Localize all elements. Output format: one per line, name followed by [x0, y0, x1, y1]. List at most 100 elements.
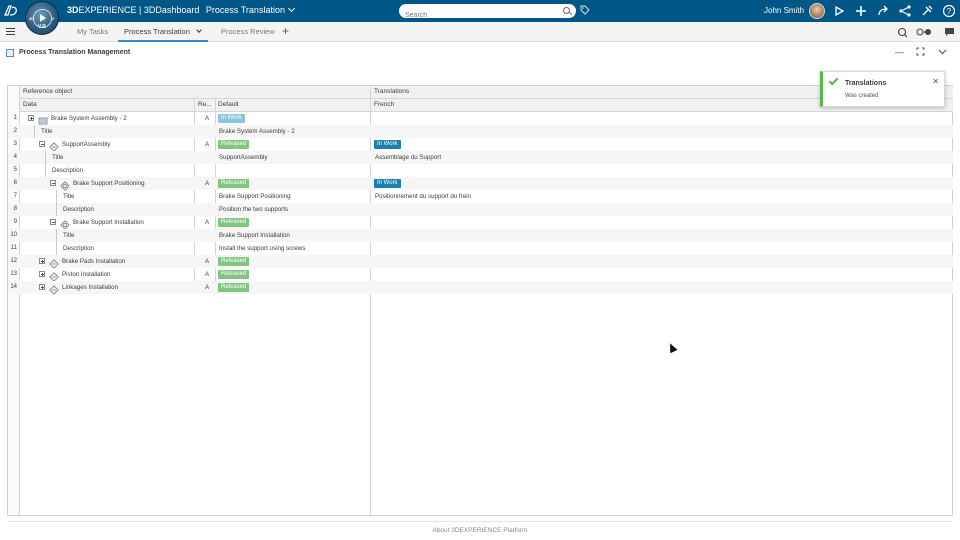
- column-header-revision[interactable]: Re...: [198, 101, 212, 108]
- chevron-down-icon[interactable]: [196, 27, 202, 33]
- menu-icon[interactable]: [6, 28, 15, 35]
- collapse-icon[interactable]: [50, 180, 56, 186]
- glasses-icon[interactable]: [916, 27, 932, 39]
- attribute-label: Description: [63, 206, 94, 213]
- table-row[interactable]: 9 Brake Support Installation A Released: [8, 216, 953, 230]
- tabs-bar: My Tasks Process Translation Process Rev…: [0, 22, 960, 42]
- collapse-icon[interactable]: [50, 219, 56, 225]
- compass-icon[interactable]: 3D V V.R: [25, 1, 59, 35]
- default-value-cell[interactable]: Install the support using screws: [219, 245, 305, 252]
- footer-link[interactable]: About 3DEXPERIENCE Platform: [0, 520, 960, 540]
- expand-icon[interactable]: [28, 115, 34, 121]
- default-value-cell[interactable]: Brake Support Installation: [219, 232, 290, 239]
- expand-icon[interactable]: [39, 271, 45, 277]
- search-input[interactable]: [399, 8, 549, 23]
- share-icon[interactable]: [876, 4, 890, 18]
- tree-line: [56, 242, 57, 255]
- column-header-french[interactable]: French: [374, 101, 394, 108]
- default-value-cell[interactable]: Position the two supports: [219, 206, 288, 213]
- brand-name: EXPERIENCE | 3DDashboard: [78, 5, 200, 15]
- object-name[interactable]: Brake Pads Installation: [62, 258, 125, 265]
- translation-status-badge[interactable]: In Work: [374, 140, 401, 149]
- tree-line: [56, 229, 57, 242]
- compass-version-label: V.R: [38, 24, 46, 30]
- object-name[interactable]: Brake Support Positioning: [73, 180, 145, 187]
- tag-icon[interactable]: [580, 5, 590, 15]
- expand-icon[interactable]: [39, 284, 45, 290]
- column-header-data[interactable]: Data: [23, 101, 37, 108]
- table-row[interactable]: 14 Linkages Installation A Released: [8, 281, 953, 295]
- add-tab-icon[interactable]: +: [282, 25, 289, 37]
- object-name[interactable]: Brake System Assembly - 2: [51, 115, 127, 122]
- svg-text:?: ?: [947, 7, 952, 16]
- table-row[interactable]: 11 Description Install the support using s…: [8, 242, 953, 255]
- ds-logo-icon[interactable]: [3, 3, 19, 19]
- row-number: 10: [10, 232, 17, 238]
- group-header-translations: Translations: [374, 88, 410, 95]
- french-value-cell[interactable]: Assemblage du Support: [375, 154, 441, 161]
- status-badge[interactable]: Released: [218, 257, 250, 266]
- search-people-icon[interactable]: [897, 27, 908, 40]
- chat-icon[interactable]: [944, 27, 955, 39]
- french-value-cell[interactable]: Positionnement du support du frein: [375, 193, 471, 200]
- translation-status-badge[interactable]: In Work: [374, 179, 401, 188]
- assembly-icon: [38, 113, 48, 125]
- tab-process-review[interactable]: Process Review: [221, 27, 275, 36]
- default-value-cell[interactable]: Brake Support Positioning: [219, 193, 291, 200]
- table-row[interactable]: 3 SupportAssembly A Released In Work: [8, 138, 953, 152]
- table-row[interactable]: 7 Title Brake Support Positioning Positionn…: [8, 190, 953, 203]
- search-box: [399, 4, 576, 23]
- table-row[interactable]: 13 Piston Installation A Released: [8, 268, 953, 282]
- collapse-icon[interactable]: [39, 141, 45, 147]
- status-badge[interactable]: Released: [218, 179, 250, 188]
- network-icon[interactable]: [898, 4, 912, 18]
- close-icon[interactable]: ✕: [932, 78, 939, 86]
- row-number: 4: [13, 154, 17, 160]
- user-name[interactable]: John Smith: [764, 6, 804, 15]
- top-bar: 3D V V.R 3DEXPERIENCE | 3DDashboard Proc…: [0, 0, 960, 35]
- object-name[interactable]: SupportAssembly: [62, 141, 111, 148]
- table-row[interactable]: 10 Title Brake Support Installation: [8, 229, 953, 242]
- table-row[interactable]: 4 Title SupportAssembly Assemblage du Suppo…: [8, 151, 953, 164]
- tab-my-tasks[interactable]: My Tasks: [77, 27, 108, 36]
- group-header-reference: Reference object: [23, 88, 73, 95]
- table-row[interactable]: 12 Brake Pads Installation A Released: [8, 255, 953, 269]
- play-icon[interactable]: [832, 4, 846, 18]
- tools-icon[interactable]: [920, 4, 934, 18]
- table-row[interactable]: 8 Description Position the two supports: [8, 203, 953, 216]
- widget-panel: Process Translation Management — Referen…: [0, 43, 960, 520]
- status-badge[interactable]: Released: [218, 140, 250, 149]
- search-icon[interactable]: [563, 7, 570, 14]
- process-icon: [49, 269, 59, 282]
- table-row[interactable]: 6 Brake Support Positioning A Released In Wo…: [8, 177, 953, 191]
- attribute-label: Description: [52, 167, 83, 174]
- help-icon[interactable]: ?: [942, 4, 956, 18]
- add-icon[interactable]: [854, 4, 868, 18]
- table-row[interactable]: 2 Title Brake System Assembly - 2: [8, 125, 953, 138]
- chevron-down-icon[interactable]: [938, 47, 947, 58]
- operation-icon: [60, 217, 70, 230]
- expand-icon[interactable]: [39, 258, 45, 264]
- toast-title: Translations: [845, 80, 887, 87]
- status-badge[interactable]: Released: [218, 283, 250, 292]
- status-badge[interactable]: In Work: [218, 114, 245, 123]
- revision-cell: A: [205, 115, 210, 122]
- minimize-icon[interactable]: —: [895, 47, 904, 57]
- maximize-icon[interactable]: [916, 47, 925, 58]
- default-value-cell[interactable]: SupportAssembly: [219, 154, 268, 161]
- object-name[interactable]: Linkages Installation: [62, 284, 118, 291]
- status-badge[interactable]: Released: [218, 218, 250, 227]
- object-name[interactable]: Brake Support Installation: [73, 219, 144, 226]
- default-value-cell[interactable]: Brake System Assembly - 2: [219, 128, 295, 135]
- table-row[interactable]: 5 Description: [8, 164, 953, 177]
- row-number: 5: [13, 167, 17, 173]
- row-number: 11: [10, 245, 17, 251]
- object-name[interactable]: Piston Installation: [62, 271, 111, 278]
- tab-process-translation[interactable]: Process Translation: [124, 27, 202, 36]
- avatar[interactable]: [809, 3, 825, 19]
- dashboard-selector[interactable]: 3DEXPERIENCE | 3DDashboard Process Trans…: [67, 4, 296, 15]
- status-badge[interactable]: Released: [218, 270, 250, 279]
- column-header-default[interactable]: Default: [218, 101, 239, 108]
- table-row[interactable]: 1 Brake System Assembly - 2 A In Work: [8, 112, 953, 125]
- attribute-label: Title: [52, 154, 64, 161]
